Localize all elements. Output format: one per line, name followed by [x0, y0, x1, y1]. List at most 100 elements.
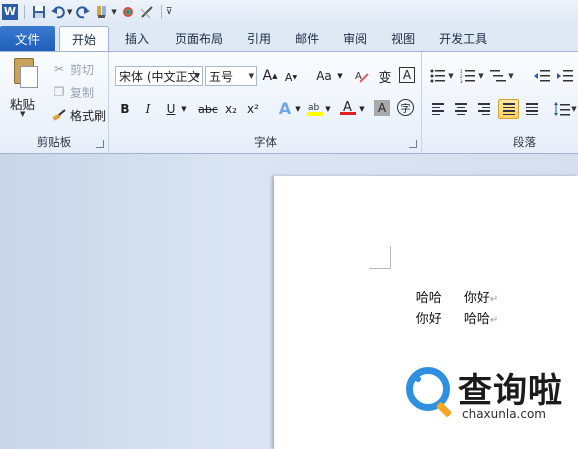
numbering-button[interactable]: 123 [459, 67, 477, 85]
watermark-url: chaxunla.com [462, 407, 546, 421]
paragraph-mark-icon: ↵ [489, 315, 499, 326]
underline-button[interactable]: U [162, 100, 180, 118]
document-line[interactable]: 你好 哈哈↵ [391, 293, 498, 342]
bullets-icon [430, 69, 445, 83]
text-effects-button[interactable]: A [276, 99, 294, 118]
tab-mailings[interactable]: 邮件 [285, 26, 329, 51]
char-shading-button[interactable]: A [374, 100, 390, 116]
tab-review[interactable]: 审阅 [333, 26, 377, 51]
italic-button[interactable]: I [139, 100, 157, 118]
clipboard-launcher-icon[interactable] [96, 140, 104, 148]
word-logo-icon[interactable]: W [2, 4, 18, 20]
grow-font-button[interactable]: A ▲ [261, 67, 279, 85]
strikethrough-icon: abc [198, 102, 218, 116]
align-right-button[interactable] [475, 100, 493, 118]
char-border-button[interactable]: A [399, 67, 415, 83]
font-color-button[interactable]: A [339, 98, 357, 116]
qat-separator [160, 5, 162, 19]
watermark-dot [415, 376, 421, 382]
tab-home[interactable]: 开始 [59, 26, 110, 51]
font-name-value: 宋体 (中文正文 [119, 69, 200, 84]
phonetic-guide-icon: 变 [378, 70, 392, 86]
font-launcher-icon[interactable] [409, 140, 417, 148]
strikethrough-button[interactable]: abc [196, 100, 220, 118]
shrink-font-button[interactable]: A ▼ [282, 68, 300, 86]
font-color-icon: A [340, 100, 356, 115]
highlight-button[interactable]: ab [306, 99, 324, 117]
align-center-icon [455, 103, 467, 115]
document-page[interactable]: 哈哈 你好 ↵ 你好 哈哈↵ 查询啦 chaxunla.com [274, 176, 578, 449]
highlight-dropdown-icon[interactable]: ▼ [324, 100, 332, 118]
change-case-button[interactable]: Aa [312, 67, 336, 85]
superscript-button[interactable]: x² [244, 100, 262, 118]
font-size-value: 五号 [209, 69, 234, 84]
copy-icon: ❐ [53, 85, 65, 99]
phonetic-guide-button[interactable]: 变 [376, 67, 394, 86]
watermark-title: 查询啦 [458, 371, 563, 411]
undo-icon[interactable] [50, 4, 66, 20]
italic-icon: I [145, 102, 151, 116]
enclose-char-button[interactable]: 字 [397, 99, 414, 116]
save-icon[interactable] [31, 4, 47, 20]
paste-dropdown-icon[interactable]: ▼ [20, 110, 25, 118]
multilevel-dropdown-icon[interactable]: ▼ [507, 67, 515, 85]
cut-button[interactable]: ✂ 剪切 [52, 59, 94, 79]
bullets-dropdown-icon[interactable]: ▼ [447, 67, 455, 85]
margin-mark [369, 268, 391, 269]
bullets-button[interactable] [429, 67, 447, 85]
decrease-indent-button[interactable] [533, 67, 551, 85]
font-name-select[interactable]: 宋体 (中文正文 ▼ [115, 66, 203, 86]
brush-icon [52, 108, 66, 122]
svg-text:3: 3 [460, 79, 463, 83]
tab-references[interactable]: 引用 [237, 26, 281, 51]
enclose-char-icon: 字 [400, 104, 411, 115]
undo-dropdown-icon[interactable]: ▼ [67, 8, 72, 16]
font-size-select[interactable]: 五号 ▼ [205, 66, 257, 86]
customize-icon[interactable]: ⊽ [166, 7, 173, 17]
font-color-dropdown-icon[interactable]: ▼ [358, 100, 366, 118]
tab-developer[interactable]: 开发工具 [429, 26, 497, 51]
tab-insert[interactable]: 插入 [115, 26, 159, 51]
grow-font-icon: A [262, 68, 273, 84]
line-spacing-button[interactable] [553, 100, 571, 118]
redo-icon[interactable] [75, 4, 91, 20]
painter-dropdown-icon[interactable]: ▼ [111, 8, 116, 16]
tab-view[interactable]: 视图 [381, 26, 425, 51]
underline-dropdown-icon[interactable]: ▼ [180, 100, 188, 118]
char-shading-icon: A [377, 101, 387, 115]
justify-icon [502, 103, 515, 115]
paste-icon[interactable] [10, 58, 38, 90]
align-left-button[interactable] [429, 100, 447, 118]
increase-indent-icon [557, 70, 573, 82]
increase-indent-button[interactable] [556, 67, 574, 85]
change-case-dropdown-icon[interactable]: ▼ [336, 67, 344, 85]
subscript-button[interactable]: x₂ [222, 100, 240, 118]
chevron-down-icon: ▼ [248, 72, 254, 80]
distributed-button[interactable] [523, 100, 541, 118]
underline-icon: U [166, 102, 176, 116]
format-painter-label: 格式刷 [70, 108, 107, 123]
format-painter-button[interactable]: 格式刷 [52, 105, 106, 125]
color-icon[interactable] [120, 4, 136, 20]
tab-file[interactable]: 文件 [0, 26, 55, 51]
bold-button[interactable]: B [116, 100, 134, 118]
clear-format-button[interactable]: A [353, 67, 371, 85]
align-left-icon [432, 103, 444, 115]
copy-button[interactable]: ❐ 复制 [52, 82, 94, 102]
ribbon: 粘贴 ▼ ✂ 剪切 ❐ 复制 格式刷 剪贴板 宋体 (中文正文 ▼ 五号 ▼ A… [0, 51, 578, 154]
clear-format-icon: A [355, 71, 369, 83]
text-effects-dropdown-icon[interactable]: ▼ [294, 100, 302, 118]
align-center-button[interactable] [452, 100, 470, 118]
shrink-font-icon: A [284, 70, 293, 84]
numbering-dropdown-icon[interactable]: ▼ [477, 67, 485, 85]
align-right-icon [478, 103, 490, 115]
tab-page-layout[interactable]: 页面布局 [165, 26, 233, 51]
justify-button[interactable] [498, 99, 519, 119]
document-workspace: 哈哈 你好 ↵ 你好 哈哈↵ 查询啦 chaxunla.com [0, 154, 578, 449]
line-spacing-dropdown-icon[interactable]: ▼ [570, 100, 578, 118]
decrease-indent-icon [534, 70, 550, 82]
multilevel-list-button[interactable] [489, 67, 507, 85]
format-painter-icon[interactable] [94, 4, 110, 20]
pen-icon[interactable] [139, 4, 155, 20]
numbering-icon: 123 [460, 69, 475, 83]
